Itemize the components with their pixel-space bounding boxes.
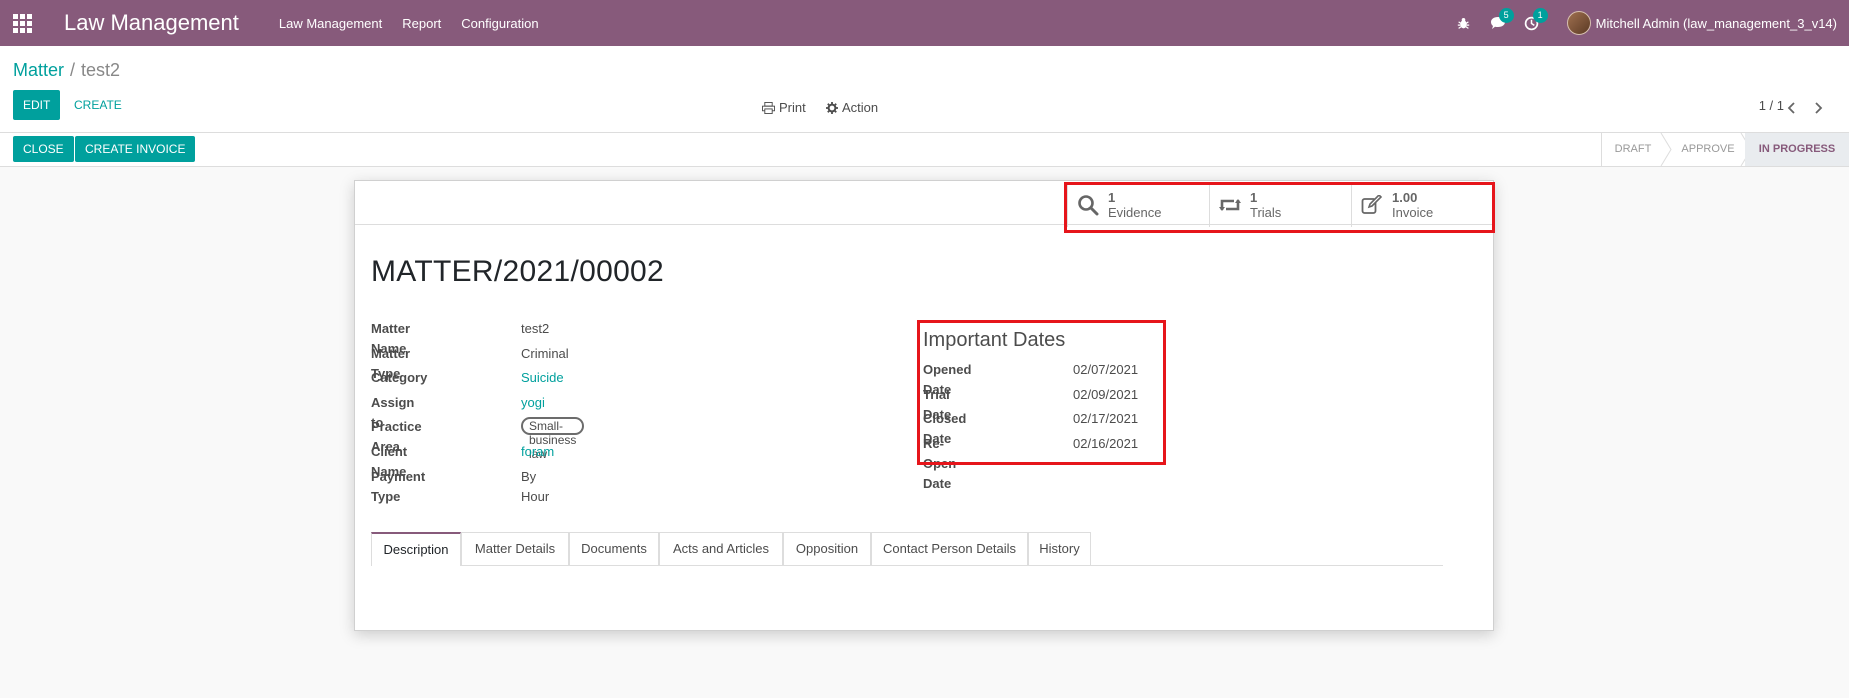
tab-matter-details[interactable]: Matter Details: [461, 532, 569, 565]
user-avatar[interactable]: [1566, 11, 1591, 35]
edit-button[interactable]: EDIT: [13, 90, 61, 120]
stage-arrow-icon: [1660, 133, 1672, 166]
create-invoice-button[interactable]: CREATE INVOICE: [75, 136, 196, 162]
matter-name-value: test2: [521, 321, 550, 336]
print-label: Print: [779, 100, 806, 115]
important-dates-highlight: [917, 320, 1166, 465]
activities-badge: 1: [1532, 8, 1548, 23]
tab-description[interactable]: Description: [371, 532, 461, 566]
gear-icon: [826, 102, 838, 114]
tab-history[interactable]: History: [1028, 532, 1091, 565]
payment-type-value: By Hour: [521, 469, 550, 504]
form-sheet: 1 Evidence 1 Trials 1.00 Invoice MATTER/…: [354, 180, 1495, 631]
create-button[interactable]: CREATE: [74, 90, 122, 120]
tab-documents[interactable]: Documents: [569, 532, 659, 565]
app-brand[interactable]: Law Management: [64, 10, 239, 36]
status-bar: CLOSE CREATE INVOICE DRAFT APPROVE IN PR…: [0, 133, 1849, 167]
field-label: Category: [371, 370, 428, 385]
client-name-link[interactable]: foram: [521, 442, 554, 462]
matter-type-value: Criminal: [521, 346, 569, 361]
breadcrumb-separator: /: [70, 60, 76, 80]
breadcrumb-current: test2: [81, 60, 121, 80]
record-title: MATTER/2021/00002: [371, 255, 665, 288]
messages-badge: 5: [1498, 8, 1514, 23]
apps-menu-icon[interactable]: [0, 0, 44, 46]
menu-configuration[interactable]: Configuration: [461, 16, 538, 31]
notebook-tabs: Description Matter Details Documents Act…: [371, 532, 1443, 566]
pager-next-icon[interactable]: [1809, 96, 1829, 120]
tab-opposition[interactable]: Opposition: [783, 532, 871, 565]
activities-clock-icon[interactable]: 1: [1523, 8, 1548, 32]
category-link[interactable]: Suicide: [521, 368, 564, 388]
field-label: Payment Type: [371, 469, 426, 504]
practice-area-tag[interactable]: Small-business law: [521, 417, 585, 461]
action-label: Action: [842, 100, 879, 115]
print-dropdown[interactable]: Print: [762, 98, 806, 118]
user-menu[interactable]: Mitchell Admin (law_management_3_v14): [1596, 16, 1837, 31]
action-dropdown[interactable]: Action: [826, 98, 878, 118]
menu-report[interactable]: Report: [402, 16, 441, 31]
close-button[interactable]: CLOSE: [13, 136, 74, 162]
print-icon: [762, 102, 775, 114]
control-panel: Matter / test2 EDIT CREATE Print Action 1 …: [0, 46, 1849, 133]
bug-icon[interactable]: [1455, 14, 1473, 32]
tab-acts-and-articles[interactable]: Acts and Articles: [659, 532, 783, 565]
stage-in-progress[interactable]: IN PROGRESS: [1745, 133, 1849, 166]
stage-approve[interactable]: APPROVE: [1672, 133, 1744, 166]
smart-buttons-highlight: [1064, 182, 1495, 233]
messages-icon[interactable]: 5: [1489, 8, 1514, 32]
assign-to-link[interactable]: yogi: [521, 393, 545, 413]
pager-previous-icon[interactable]: [1781, 96, 1801, 120]
top-navbar: Law Management Law Management Report Con…: [0, 0, 1849, 46]
breadcrumb-matter-link[interactable]: Matter: [13, 60, 64, 80]
tab-contact-person-details[interactable]: Contact Person Details: [871, 532, 1028, 565]
breadcrumb: Matter / test2: [13, 60, 120, 81]
stage-draft[interactable]: DRAFT: [1602, 133, 1664, 166]
menu-law-management[interactable]: Law Management: [279, 16, 382, 31]
